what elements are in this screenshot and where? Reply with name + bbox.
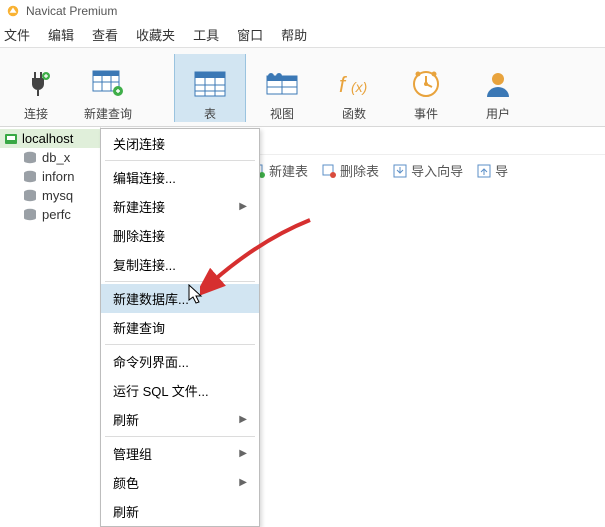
- ctx-close-connection[interactable]: 关闭连接: [101, 129, 259, 158]
- app-title: Navicat Premium: [26, 4, 117, 18]
- view-icon: [265, 67, 299, 101]
- menubar: 文件 编辑 查看 收藏夹 工具 窗口 帮助: [0, 22, 605, 48]
- tool-table-label: 表: [204, 105, 216, 122]
- tool-user[interactable]: 用户: [462, 54, 534, 122]
- app-logo: [6, 4, 20, 18]
- action-import-label: 导入向导: [411, 161, 463, 180]
- database-icon: [22, 189, 38, 203]
- user-icon: [481, 67, 515, 101]
- ctx-delete-connection[interactable]: 删除连接: [101, 221, 259, 250]
- context-menu: 关闭连接 编辑连接... 新建连接▶ 删除连接 复制连接... 新建数据库...…: [100, 128, 260, 527]
- ctx-run-sql[interactable]: 运行 SQL 文件...: [101, 376, 259, 405]
- tool-event-label: 事件: [414, 105, 438, 122]
- menu-window[interactable]: 窗口: [237, 25, 263, 44]
- tool-view[interactable]: 视图: [246, 54, 318, 122]
- db-label: db_x: [42, 150, 70, 165]
- separator: [105, 436, 255, 437]
- menu-file[interactable]: 文件: [4, 25, 30, 44]
- ctx-manage-group[interactable]: 管理组▶: [101, 439, 259, 468]
- tool-connect-label: 连接: [24, 105, 48, 122]
- toolbar: 连接 新建查询 表 视图 f(x) 函数 事件 用户: [0, 48, 605, 127]
- plug-icon: [19, 67, 53, 101]
- ctx-new-connection[interactable]: 新建连接▶: [101, 192, 259, 221]
- menu-favorites[interactable]: 收藏夹: [136, 25, 175, 44]
- database-icon: [22, 170, 38, 184]
- ctx-copy-connection[interactable]: 复制连接...: [101, 250, 259, 279]
- database-icon: [22, 151, 38, 165]
- db-node[interactable]: mysq: [0, 186, 100, 205]
- separator: [105, 160, 255, 161]
- import-icon: [393, 164, 407, 178]
- table-delete-icon: [322, 164, 336, 178]
- ctx-refresh[interactable]: 刷新▶: [101, 405, 259, 434]
- separator: [105, 281, 255, 282]
- export-icon: [477, 164, 491, 178]
- connection-icon: [4, 132, 18, 146]
- action-export-label: 导: [495, 161, 508, 180]
- tool-table[interactable]: 表: [174, 54, 246, 122]
- menu-tools[interactable]: 工具: [193, 25, 219, 44]
- ctx-new-database[interactable]: 新建数据库...: [101, 284, 259, 313]
- connection-node[interactable]: localhost: [0, 129, 100, 148]
- tool-function[interactable]: f(x) 函数: [318, 54, 390, 122]
- submenu-arrow-icon: ▶: [239, 201, 247, 212]
- sidebar: localhost db_x inforn mysq perfc: [0, 127, 100, 224]
- action-delete-table[interactable]: 删除表: [322, 161, 379, 180]
- table-icon: [193, 67, 227, 101]
- ctx-edit-connection[interactable]: 编辑连接...: [101, 163, 259, 192]
- tool-event[interactable]: 事件: [390, 54, 462, 122]
- menu-view[interactable]: 查看: [92, 25, 118, 44]
- titlebar: Navicat Premium: [0, 0, 605, 22]
- function-icon: f(x): [337, 67, 371, 101]
- db-node[interactable]: inforn: [0, 167, 100, 186]
- db-label: inforn: [42, 169, 75, 184]
- database-icon: [22, 208, 38, 222]
- menu-edit[interactable]: 编辑: [48, 25, 74, 44]
- submenu-arrow-icon: ▶: [239, 477, 247, 488]
- action-export-wizard[interactable]: 导: [477, 161, 508, 180]
- action-new-label: 新建表: [269, 161, 308, 180]
- db-node[interactable]: perfc: [0, 205, 100, 224]
- action-delete-label: 删除表: [340, 161, 379, 180]
- tool-function-label: 函数: [342, 105, 366, 122]
- submenu-arrow-icon: ▶: [239, 414, 247, 425]
- tool-new-query-label: 新建查询: [84, 105, 132, 122]
- tool-user-label: 用户: [486, 105, 510, 122]
- separator: [105, 344, 255, 345]
- ctx-new-query[interactable]: 新建查询: [101, 313, 259, 342]
- db-node[interactable]: db_x: [0, 148, 100, 167]
- submenu-arrow-icon: ▶: [239, 448, 247, 459]
- menu-help[interactable]: 帮助: [281, 25, 307, 44]
- ctx-cli[interactable]: 命令列界面...: [101, 347, 259, 376]
- body: localhost db_x inforn mysq perfc 对象: [0, 127, 605, 224]
- svg-text:f: f: [339, 72, 348, 97]
- ctx-refresh-2[interactable]: 刷新: [101, 497, 259, 526]
- clock-icon: [409, 67, 443, 101]
- tool-connect[interactable]: 连接: [0, 54, 72, 122]
- db-label: mysq: [42, 188, 73, 203]
- db-label: perfc: [42, 207, 71, 222]
- action-import-wizard[interactable]: 导入向导: [393, 161, 463, 180]
- ctx-color[interactable]: 颜色▶: [101, 468, 259, 497]
- svg-text:(x): (x): [351, 79, 367, 95]
- tool-view-label: 视图: [270, 105, 294, 122]
- tool-new-query[interactable]: 新建查询: [72, 54, 144, 122]
- connection-label: localhost: [22, 131, 73, 146]
- grid-plus-icon: [91, 67, 125, 101]
